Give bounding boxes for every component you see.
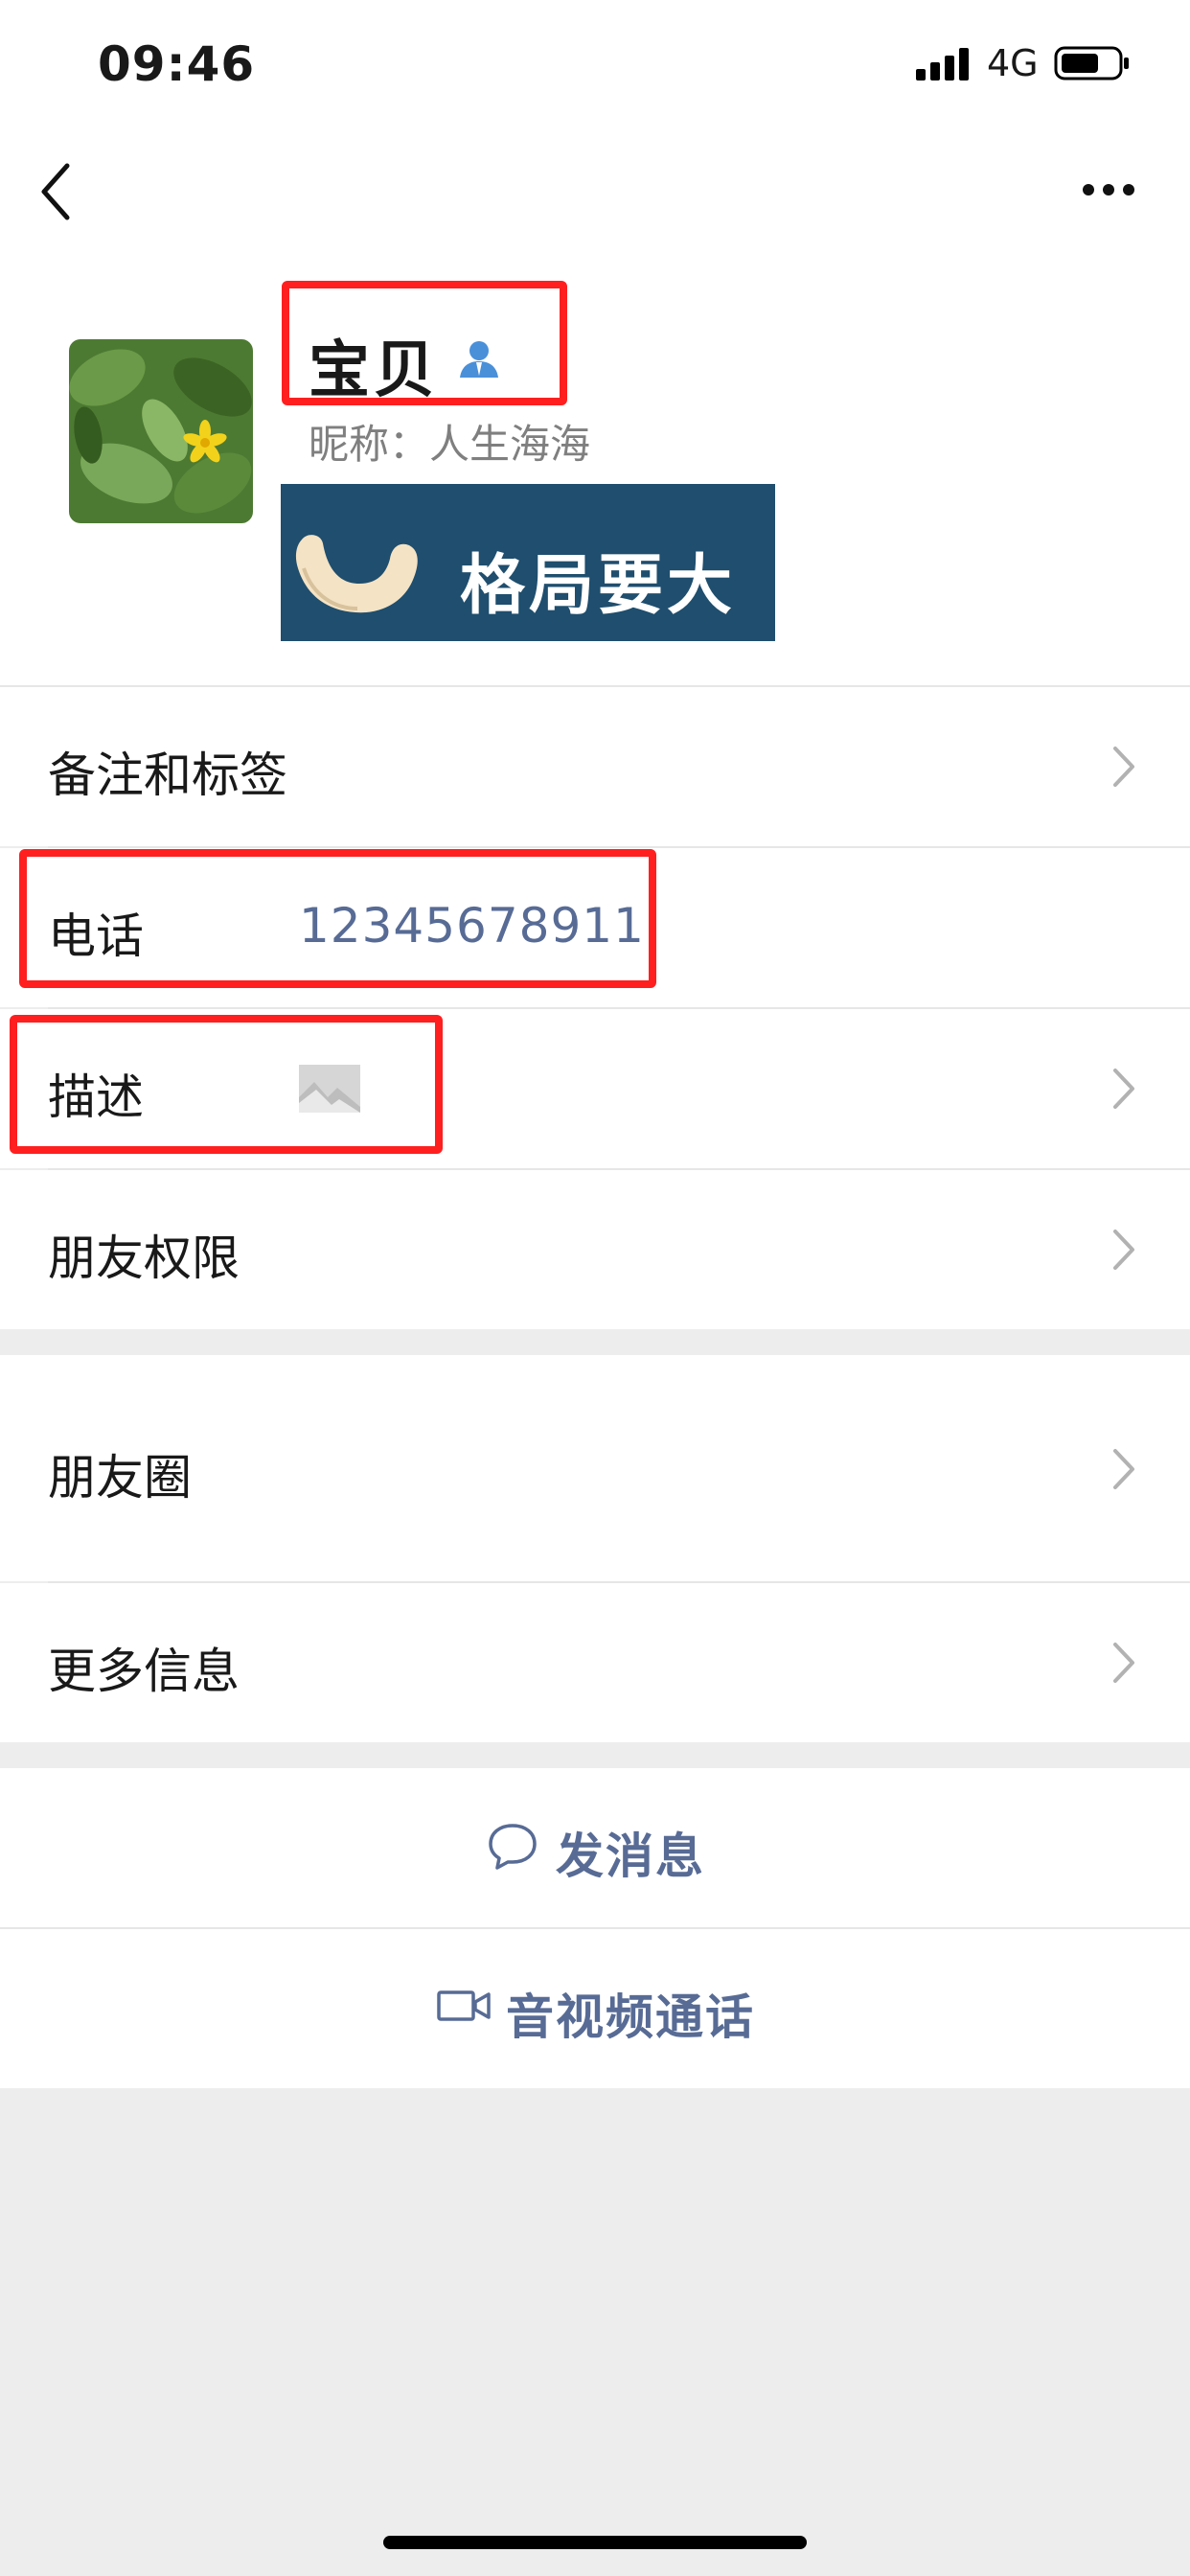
battery-icon — [1054, 46, 1129, 80]
remarks-tags-label: 备注和标签 — [48, 748, 287, 803]
back-arrow-icon[interactable] — [38, 158, 77, 225]
sticker-text: 格局要大 — [460, 548, 737, 624]
friend-permissions-label: 朋友权限 — [48, 1230, 240, 1286]
network-type: 4G — [987, 42, 1039, 84]
jaw-icon — [295, 535, 418, 613]
remarks-tags-row[interactable]: 备注和标签 — [0, 687, 1190, 846]
send-message-label: 发消息 — [556, 1828, 705, 1884]
more-info-row[interactable]: 更多信息 — [0, 1583, 1190, 1742]
more-options-icon[interactable] — [1081, 182, 1136, 197]
video-camera-icon — [437, 1990, 491, 2021]
home-indicator[interactable] — [383, 2536, 807, 2549]
avatar-flower-image — [69, 339, 253, 523]
highlight-box-description — [10, 1015, 443, 1154]
highlight-box-phone — [19, 849, 656, 988]
chevron-right-icon — [1113, 747, 1134, 787]
chevron-right-icon — [1113, 1230, 1134, 1270]
highlight-box-name — [282, 281, 567, 405]
chevron-right-icon — [1113, 1643, 1134, 1683]
nickname: 昵称：人生海海 — [309, 421, 591, 468]
moments-label: 朋友圈 — [48, 1450, 192, 1506]
send-message-button[interactable]: 发消息 — [0, 1768, 1190, 1927]
chevron-right-icon — [1113, 1069, 1134, 1109]
status-time: 09:46 — [98, 36, 256, 92]
chat-bubble-icon — [489, 1824, 537, 1870]
signal-icon — [916, 48, 969, 80]
more-info-label: 更多信息 — [48, 1644, 240, 1699]
friend-permissions-row[interactable]: 朋友权限 — [0, 1170, 1190, 1329]
chevron-right-icon — [1113, 1449, 1134, 1489]
av-call-label: 音视频通话 — [506, 1990, 755, 2045]
av-call-button[interactable]: 音视频通话 — [0, 1929, 1190, 2088]
moments-row[interactable]: 朋友圈 — [0, 1355, 1190, 1581]
top-nav-bar — [0, 129, 1190, 254]
avatar[interactable] — [69, 339, 253, 523]
